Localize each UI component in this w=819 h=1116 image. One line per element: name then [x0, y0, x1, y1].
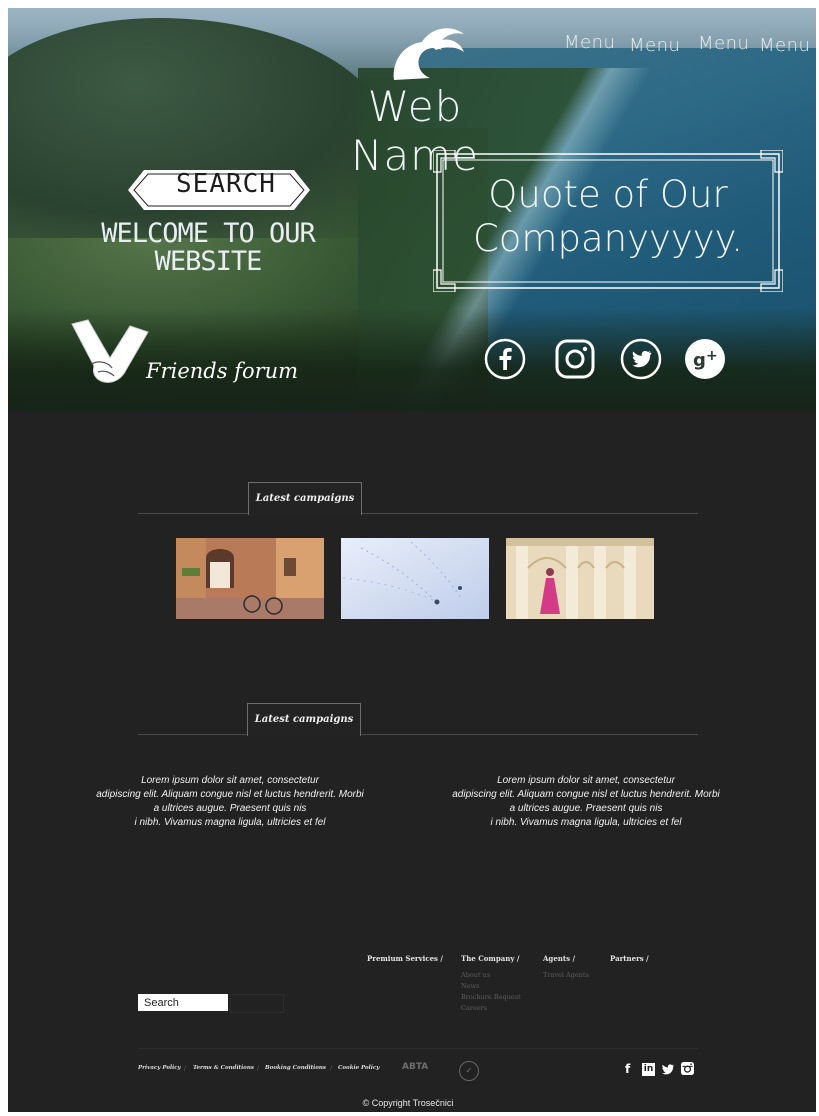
footer-search-input[interactable]	[138, 994, 228, 1011]
news-paragraph-1: Lorem ipsum dolor sit amet, consectetur …	[70, 774, 390, 830]
legal-separator: /	[184, 1065, 187, 1072]
news-line: i nibh. Vivamus magna ligula, ultricies …	[134, 817, 326, 828]
legal-link-booking[interactable]: Booking Conditions	[265, 1065, 326, 1071]
legal-link-terms[interactable]: Terms & Conditions	[193, 1065, 254, 1071]
footer-linkedin-icon[interactable]: in	[642, 1063, 655, 1076]
footer-divider	[138, 1048, 698, 1049]
twitter-icon[interactable]	[620, 338, 662, 380]
svg-text:g: g	[693, 350, 706, 371]
company-quote: Quote of Our Companyyyyy.	[448, 173, 768, 261]
news-line: a ultrices augue. Praesent quis nis	[153, 803, 307, 814]
search-badge-label[interactable]: SEARCH	[146, 169, 306, 199]
wave-logo-icon[interactable]	[390, 24, 468, 82]
tab-latest-campaigns-2[interactable]: Latest campaigns	[247, 703, 361, 736]
footer-twitter-icon[interactable]	[661, 1064, 674, 1075]
footer-search-button[interactable]	[230, 994, 284, 1013]
campaign-thumb-2[interactable]	[341, 538, 489, 619]
footer-facebook-icon[interactable]: f	[625, 1062, 630, 1076]
menu-item-3[interactable]: Menu	[698, 33, 749, 54]
legal-link-privacy[interactable]: Privacy Policy	[138, 1065, 181, 1071]
svg-text:+: +	[706, 348, 718, 364]
footer-instagram-icon[interactable]	[681, 1062, 694, 1075]
footer-heading-partners[interactable]: Partners /	[610, 954, 649, 963]
legal-separator: /	[330, 1065, 333, 1072]
hero-banner: Menu Menu Menu Menu Web Name SEARCH WELC…	[8, 8, 816, 411]
welcome-line-1: WELCOME TO OUR	[101, 218, 316, 249]
welcome-heading: WELCOME TO OUR WEBSITE	[58, 220, 358, 276]
news-divider	[138, 734, 698, 735]
news-line: Lorem ipsum dolor sit amet, consectetur	[497, 775, 675, 786]
menu-item-4[interactable]: Menu	[759, 35, 810, 56]
menu-item-1[interactable]: Menu	[564, 32, 615, 53]
accreditation-badge-icon: ✓	[459, 1061, 479, 1081]
footer-heading-premium[interactable]: Premium Services /	[367, 954, 443, 963]
footer-heading-agents[interactable]: Agents /	[543, 954, 575, 963]
handshake-icon[interactable]	[68, 318, 154, 388]
news-line: adipiscing elit. Aliquam congue nisl et …	[96, 789, 364, 800]
campaign-thumb-1[interactable]	[176, 538, 324, 619]
instagram-icon[interactable]	[554, 338, 596, 380]
welcome-line-2: WEBSITE	[154, 246, 263, 277]
quote-line-2: Companyyyyy.	[472, 217, 744, 260]
news-paragraph-2: Lorem ipsum dolor sit amet, consectetur …	[426, 774, 746, 830]
legal-separator: /	[257, 1065, 260, 1072]
quote-line-1: Quote of Our	[488, 173, 728, 216]
news-line: Lorem ipsum dolor sit amet, consectetur	[141, 775, 319, 786]
footer-link-brochure[interactable]: Brochure Request	[461, 993, 521, 1001]
facebook-icon[interactable]	[484, 338, 526, 380]
google-plus-icon[interactable]: g +	[684, 338, 726, 380]
tab-latest-campaigns[interactable]: Latest campaigns	[248, 482, 362, 515]
forum-label[interactable]: Friends forum	[146, 359, 298, 383]
italian-street-photo	[176, 538, 324, 619]
page: Menu Menu Menu Menu Web Name SEARCH WELC…	[8, 8, 816, 1112]
legal-link-cookie[interactable]: Cookie Policy	[338, 1065, 379, 1071]
menu-item-2[interactable]: Menu	[629, 35, 680, 56]
snow-footprints-photo	[341, 538, 489, 619]
footer-link-news[interactable]: News	[461, 982, 479, 990]
campaign-thumb-3[interactable]	[506, 538, 654, 619]
news-line: a ultrices augue. Praesent quis nis	[509, 803, 663, 814]
footer-link-about[interactable]: About us	[461, 971, 490, 979]
news-line: i nibh. Vivamus magna ligula, ultricies …	[490, 817, 682, 828]
footer-heading-company[interactable]: The Company /	[461, 954, 519, 963]
copyright-text: © Copyright Trosečnici	[362, 1098, 454, 1108]
abta-logo: ABTA	[402, 1062, 429, 1072]
news-line: adipiscing elit. Aliquam congue nisl et …	[452, 789, 720, 800]
footer-link-careers[interactable]: Careers	[461, 1004, 487, 1012]
footer-link-travel-agents[interactable]: Travel Agents	[543, 971, 589, 979]
arches-woman-photo	[506, 538, 654, 619]
campaigns-divider	[138, 513, 698, 514]
